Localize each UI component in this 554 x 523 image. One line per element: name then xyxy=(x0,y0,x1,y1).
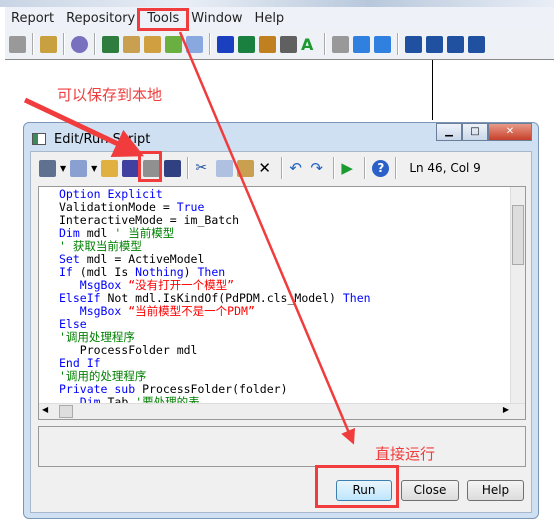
code-token: InteractiveMode = im_Batch xyxy=(59,213,240,227)
code-token: “没有打开一个模型” xyxy=(121,278,235,292)
redo-icon[interactable]: ↷ xyxy=(310,159,327,177)
check-model-icon[interactable] xyxy=(186,35,203,53)
dialog-titlebar: Edit/Run Script xyxy=(32,128,150,150)
list-icon[interactable] xyxy=(39,159,56,177)
app-icon xyxy=(32,133,46,145)
tools-highlight xyxy=(137,8,189,31)
minimize-button[interactable]: ▁ xyxy=(436,123,462,141)
save-annotation: 可以保存到本地 xyxy=(57,86,163,104)
code-token: Dim xyxy=(59,226,80,240)
code-token: ' 当前模型 xyxy=(114,226,175,240)
save-highlight xyxy=(138,151,162,182)
code-line: ProcessFolder mdl xyxy=(59,344,371,357)
code-token: Nothing xyxy=(135,265,184,279)
rectangle-icon[interactable] xyxy=(217,35,234,53)
code-token: True xyxy=(176,200,205,214)
paste-icon[interactable] xyxy=(123,35,140,53)
vertical-scrollbar[interactable] xyxy=(510,187,525,405)
window-top-strip xyxy=(0,0,554,7)
paste-icon[interactable] xyxy=(237,159,255,177)
shape-icon[interactable] xyxy=(332,35,349,53)
code-token: ValidationMode = xyxy=(59,200,177,214)
help-icon[interactable]: ? xyxy=(372,159,390,177)
script-code[interactable]: Option Explicit ValidationMode = True Inte… xyxy=(59,188,371,409)
pages-icon[interactable] xyxy=(468,35,485,53)
open-folder-icon[interactable] xyxy=(101,159,119,177)
fill-icon[interactable] xyxy=(280,35,297,53)
code-token: ProcessFolder mdl xyxy=(59,343,198,357)
code-token: mdl xyxy=(79,226,115,240)
code-token: Else xyxy=(59,317,87,331)
code-token: Not mdl.IsKindOf(PdPDM.cls_Model) xyxy=(100,291,343,305)
dialog-title: Edit/Run Script xyxy=(54,131,151,147)
close-window-button[interactable]: ✕ xyxy=(488,123,532,141)
redo-icon[interactable] xyxy=(9,35,26,53)
help-button[interactable]: Help xyxy=(467,480,524,501)
edit-run-script-dialog: Edit/Run Script ▁ □ ✕ ▼ ▼ ✂ ✕ ↶ ↷ ▶ ? Ln… xyxy=(23,122,539,519)
code-token: ' 获取当前模型 xyxy=(59,239,142,253)
font-icon[interactable]: A xyxy=(301,36,318,53)
code-token: mdl = ActiveModel xyxy=(79,252,205,266)
find-icon[interactable] xyxy=(164,159,182,177)
run-highlight xyxy=(315,465,399,508)
save-icon[interactable] xyxy=(122,159,140,177)
new-model-icon[interactable] xyxy=(102,35,119,53)
menu-repository[interactable]: Repository xyxy=(60,11,141,26)
find-icon[interactable] xyxy=(144,35,161,53)
code-token: Then xyxy=(197,265,226,279)
code-token: '调用处理程序 xyxy=(59,330,135,344)
code-token: If xyxy=(59,265,73,279)
text-icon[interactable] xyxy=(238,35,255,53)
cut-icon[interactable]: ✂ xyxy=(195,160,212,177)
run-annotation: 直接运行 xyxy=(375,445,436,463)
code-token: Option Explicit xyxy=(59,187,163,201)
code-token: MsgBox xyxy=(79,278,122,292)
run-icon[interactable]: ▶ xyxy=(341,159,358,177)
cursor-position: Ln 46, Col 9 xyxy=(409,161,481,175)
page-icon[interactable] xyxy=(447,35,464,53)
diagram-divider xyxy=(432,60,433,120)
horizontal-scrollbar[interactable]: ◀ ▶ xyxy=(39,403,525,419)
main-toolbar: A xyxy=(5,29,554,60)
output-pane[interactable] xyxy=(38,426,526,467)
code-token: ElseIf xyxy=(59,291,101,305)
menu-report[interactable]: Report xyxy=(5,11,60,26)
menu-bar: Report Repository Tools Window Help xyxy=(5,7,554,29)
code-token: ) xyxy=(183,265,198,279)
code-token: “当前模型不是一个PDM” xyxy=(121,304,255,318)
code-token: (mdl Is xyxy=(72,265,136,279)
undo-icon[interactable]: ↶ xyxy=(289,159,306,177)
properties-icon[interactable] xyxy=(40,35,57,53)
delete-icon[interactable]: ✕ xyxy=(258,159,275,177)
layout2-icon[interactable] xyxy=(426,35,443,53)
close-button[interactable]: Close xyxy=(401,480,459,501)
code-token: Private sub xyxy=(59,382,136,396)
maximize-button[interactable]: □ xyxy=(462,123,488,141)
brush-icon[interactable] xyxy=(259,35,276,53)
script-toolbar: ▼ ▼ ✂ ✕ ↶ ↷ ▶ ? Ln 46, Col 9 xyxy=(39,155,481,181)
refresh-icon[interactable] xyxy=(165,35,182,53)
arrow-left-icon[interactable] xyxy=(353,35,370,53)
copy-icon[interactable] xyxy=(216,159,234,177)
code-line: MsgBox “当前模型不是一个PDM” xyxy=(59,305,371,318)
code-token: Then xyxy=(342,291,371,305)
code-token: Set xyxy=(59,252,80,266)
code-token: ProcessFolder(folder) xyxy=(135,382,288,396)
edit-icon[interactable] xyxy=(70,159,88,177)
code-token: MsgBox xyxy=(79,304,122,318)
menu-help[interactable]: Help xyxy=(249,11,291,26)
code-token: '调用的处理程序 xyxy=(59,369,147,383)
arrow-right-icon[interactable] xyxy=(374,35,391,53)
script-editor[interactable]: Option Explicit ValidationMode = True Inte… xyxy=(38,186,526,420)
menu-window[interactable]: Window xyxy=(185,11,248,26)
code-token: End If xyxy=(59,356,101,370)
help-icon[interactable] xyxy=(71,35,88,53)
layout-icon[interactable] xyxy=(405,35,422,53)
